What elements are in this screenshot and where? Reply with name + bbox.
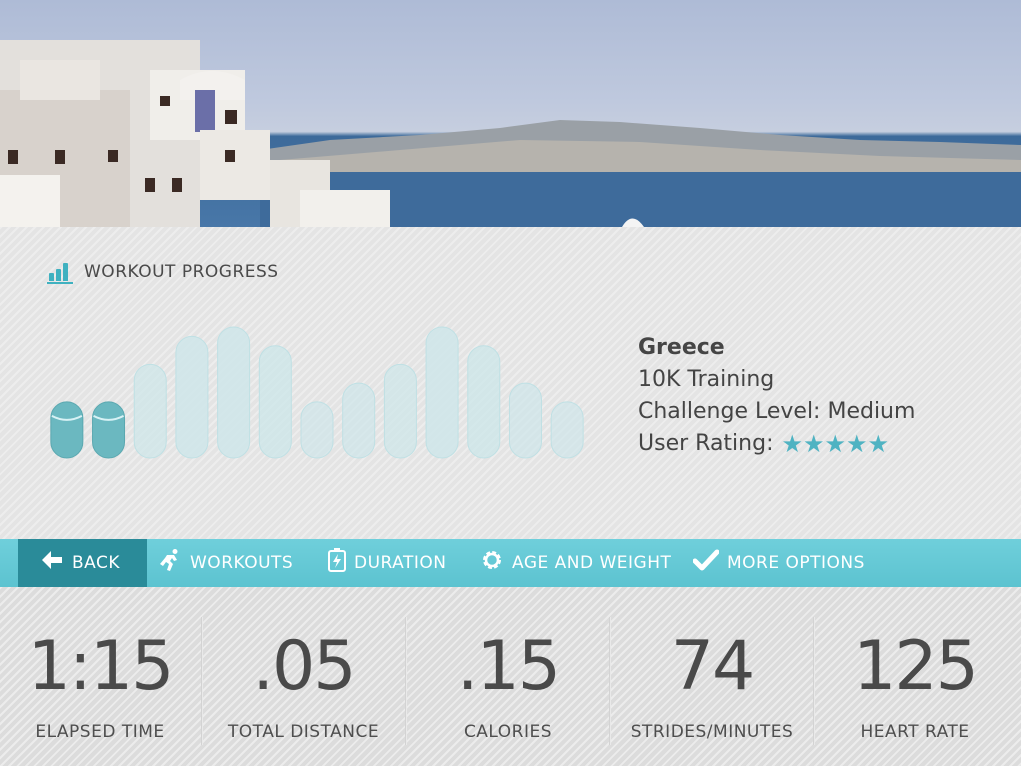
chart-bar: [92, 401, 126, 459]
checkmark-icon: [692, 549, 720, 577]
calories-value: .15: [456, 627, 561, 706]
gear-icon: [480, 548, 504, 578]
chart-bar: [175, 335, 209, 459]
star-icon: ★: [781, 430, 803, 458]
stat-heart-rate: 125 HEART RATE: [815, 587, 1015, 766]
strides-label: STRIDES/MINUTES: [630, 722, 794, 742]
runner-icon: [158, 548, 182, 578]
workouts-button[interactable]: WORKOUTS: [158, 539, 293, 587]
chart-bar: [300, 401, 334, 459]
chart-bar: [342, 382, 376, 459]
user-rating: User Rating: ★ ★ ★ ★ ★: [638, 428, 915, 460]
rating-stars: ★ ★ ★ ★ ★: [781, 432, 889, 456]
back-button[interactable]: BACK: [18, 539, 147, 587]
more-options-label: MORE OPTIONS: [727, 553, 865, 573]
more-options-button[interactable]: MORE OPTIONS: [692, 539, 865, 587]
arrow-left-icon: [40, 549, 64, 577]
total-distance-label: TOTAL DISTANCE: [227, 722, 380, 742]
stats-bar: 1:15 ELAPSED TIME .05 TOTAL DISTANCE .15…: [0, 587, 1021, 766]
stat-elapsed-time: 1:15 ELAPSED TIME: [0, 587, 200, 766]
chart-bar: [383, 363, 417, 459]
heart-rate-label: HEART RATE: [860, 722, 970, 742]
chart-bar: [217, 326, 251, 459]
workout-info: Greece 10K Training Challenge Level: Med…: [638, 332, 915, 460]
workout-location: Greece: [638, 335, 725, 360]
workout-program: 10K Training: [638, 367, 775, 392]
workouts-label: WORKOUTS: [190, 553, 294, 573]
workout-panel: WORKOUT PROGRESS Greece 10K Training Cha…: [0, 227, 1021, 539]
chart-bar: [133, 363, 167, 459]
elapsed-time-value: 1:15: [27, 627, 175, 706]
back-label: BACK: [72, 553, 121, 573]
strides-value: 74: [670, 627, 756, 706]
age-weight-label: AGE AND WEIGHT: [512, 553, 672, 573]
star-icon: ★: [824, 430, 847, 458]
star-icon: ★: [867, 430, 890, 458]
workout-progress-chart: [50, 326, 584, 459]
star-icon: ★: [846, 430, 868, 458]
chart-bar: [550, 401, 584, 459]
chart-bar: [467, 345, 501, 459]
total-distance-value: .05: [252, 627, 356, 706]
age-weight-button[interactable]: AGE AND WEIGHT: [480, 539, 671, 587]
heart-rate-value: 125: [853, 627, 979, 706]
section-header: WORKOUT PROGRESS: [47, 260, 279, 284]
elapsed-time-label: ELAPSED TIME: [35, 722, 165, 742]
nav-bar: BACK WORKOUTS DURATION AGE AND WEIGHT MO…: [0, 539, 1021, 587]
stat-strides: 74 STRIDES/MINUTES: [611, 587, 813, 766]
chart-bar: [258, 345, 292, 459]
stat-calories: .15 CALORIES: [407, 587, 609, 766]
section-title: WORKOUT PROGRESS: [84, 262, 279, 282]
duration-label: DURATION: [354, 553, 447, 573]
stat-total-distance: .05 TOTAL DISTANCE: [203, 587, 404, 766]
challenge-level: Challenge Level: Medium: [638, 399, 916, 424]
stopwatch-icon: [328, 548, 346, 578]
user-rating-label: User Rating:: [638, 431, 774, 456]
chart-bar: [50, 401, 84, 459]
bar-chart-icon: [47, 260, 73, 284]
hero-photo: [0, 0, 1021, 227]
chart-bar: [425, 326, 459, 459]
chart-bar: [508, 382, 542, 459]
calories-label: CALORIES: [463, 722, 553, 742]
star-icon: ★: [803, 430, 825, 458]
duration-button[interactable]: DURATION: [328, 539, 446, 587]
